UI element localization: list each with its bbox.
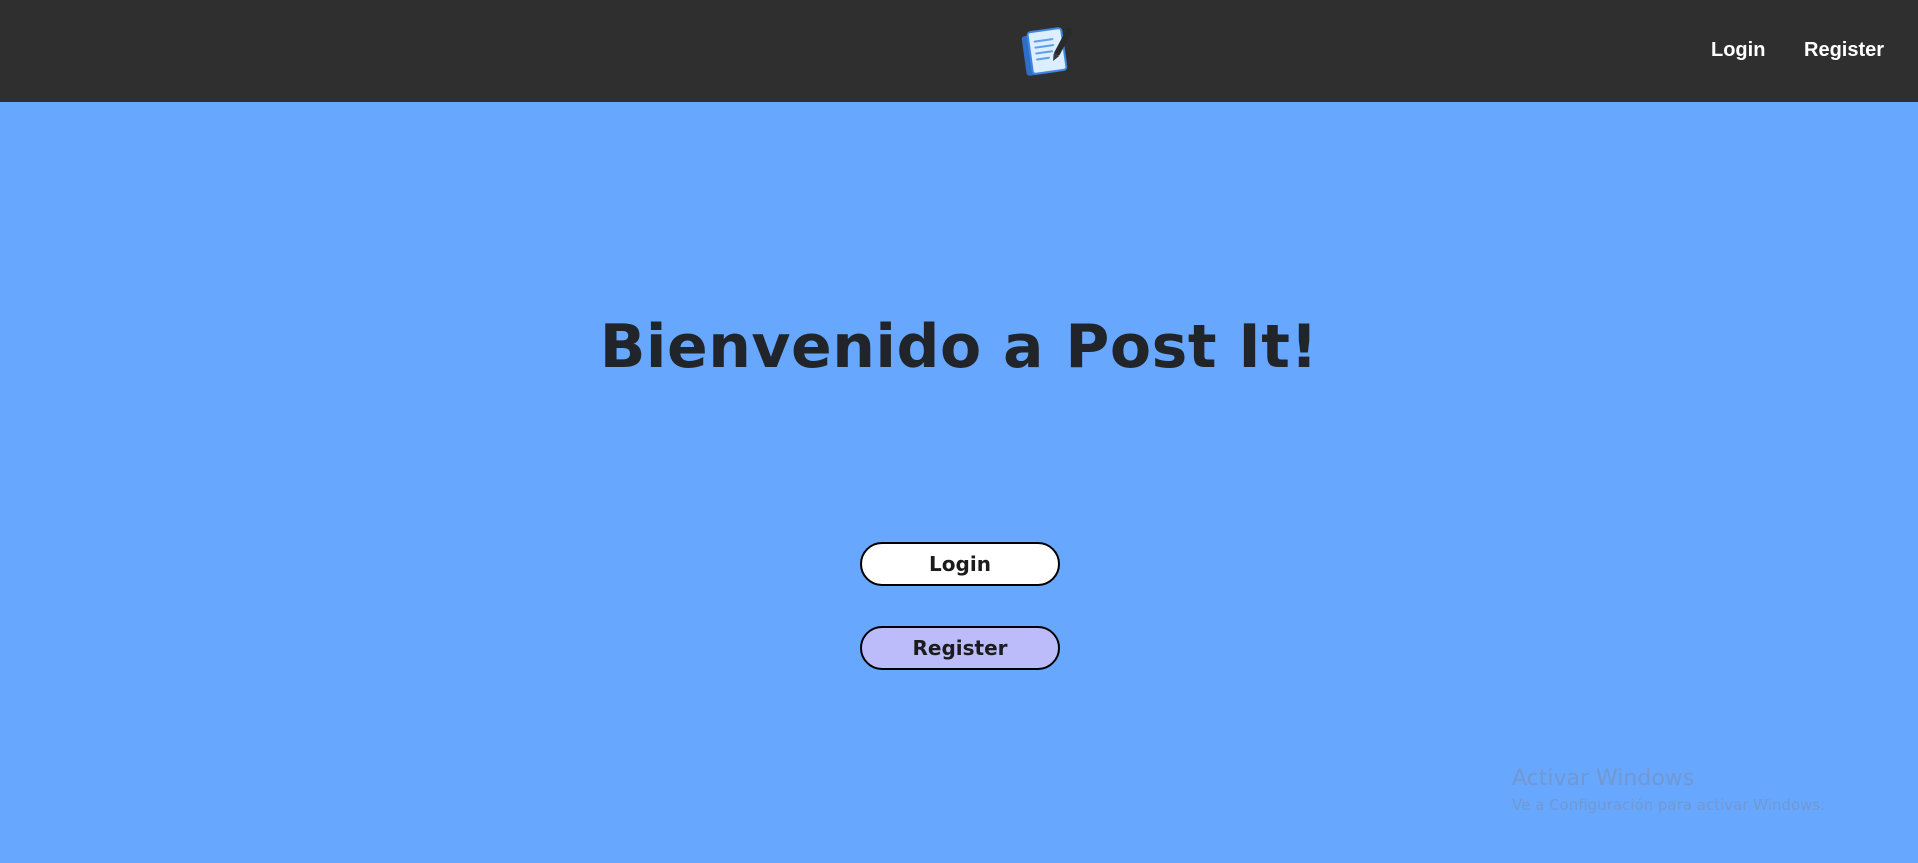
top-navbar: Login Register bbox=[0, 0, 1918, 102]
register-button[interactable]: Register bbox=[860, 626, 1060, 670]
windows-activation-watermark: Activar Windows Ve a Configuración para … bbox=[1512, 764, 1825, 816]
nav-login-link[interactable]: Login bbox=[1711, 36, 1765, 64]
page-title: Bienvenido a Post It! bbox=[599, 312, 1319, 382]
nav-register-link[interactable]: Register bbox=[1804, 36, 1884, 64]
watermark-subtitle: Ve a Configuración para activar Windows. bbox=[1512, 796, 1825, 814]
watermark-title: Activar Windows bbox=[1512, 766, 1695, 791]
notepad-pen-icon[interactable] bbox=[1021, 24, 1073, 78]
login-button[interactable]: Login bbox=[860, 542, 1060, 586]
